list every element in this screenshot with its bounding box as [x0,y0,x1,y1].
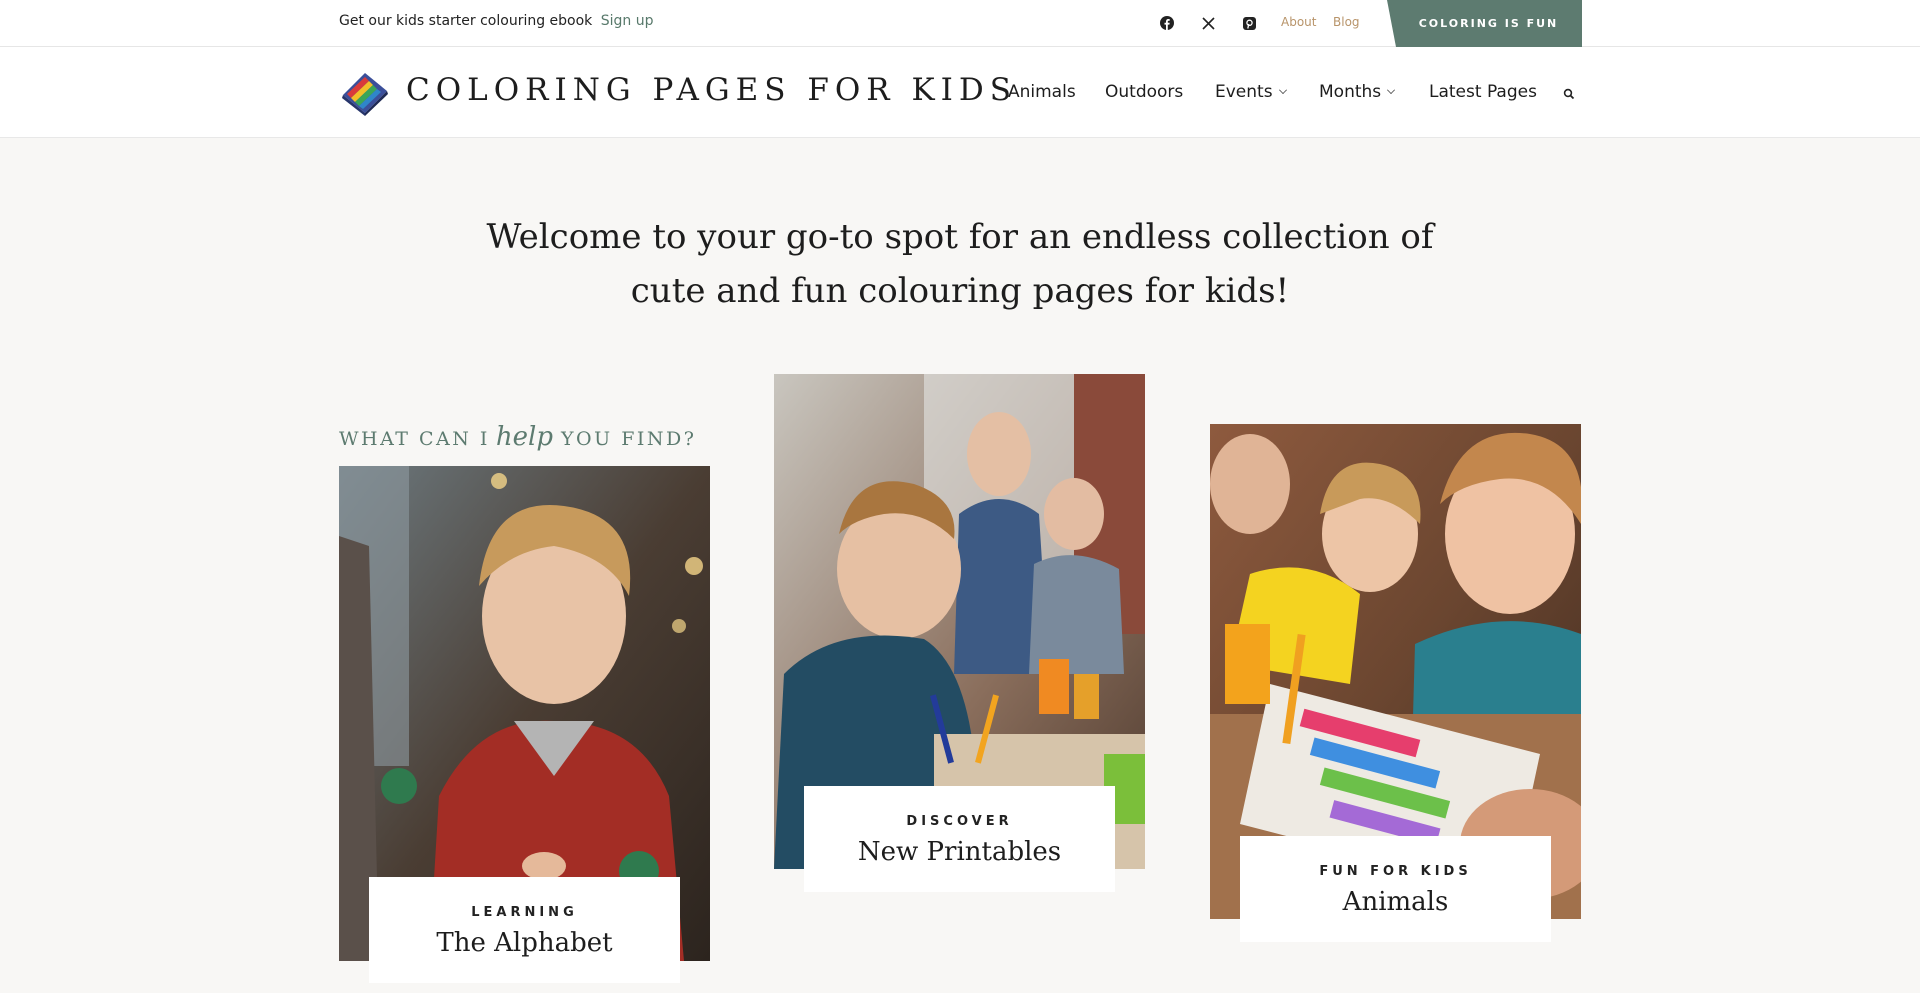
card-label-animals[interactable]: FUN FOR KIDS Animals [1240,836,1551,942]
card-category: LEARNING [471,905,578,920]
nav-events[interactable]: Events [1215,82,1287,102]
blog-link[interactable]: Blog [1333,15,1360,29]
card-label-alphabet[interactable]: LEARNING The Alphabet [369,877,680,983]
nav-animals-label: Animals [1008,82,1076,102]
top-bar: Get our kids starter colouring ebook Sig… [0,0,1920,47]
chevron-down-icon [1278,86,1287,94]
nav-months-label: Months [1319,82,1382,102]
nav-months[interactable]: Months [1319,82,1396,102]
card-category: FUN FOR KIDS [1319,864,1472,879]
hero-heading: Welcome to your go-to spot for an endles… [460,210,1460,318]
card-category: DISCOVER [906,814,1013,829]
help-find-heading: WHAT CAN I help YOU FIND? [339,422,696,452]
kicker-after: YOU FIND? [561,428,697,450]
about-link[interactable]: About [1281,15,1316,29]
search-icon[interactable] [1563,85,1577,100]
nav-animals[interactable]: Animals [1008,82,1076,102]
card-label-new-printables[interactable]: DISCOVER New Printables [804,786,1115,892]
card-title: The Alphabet [436,928,613,958]
card-title: Animals [1342,887,1449,917]
nav-latest-pages[interactable]: Latest Pages [1429,82,1537,102]
nav-events-label: Events [1215,82,1273,102]
facebook-icon[interactable] [1158,14,1176,32]
pinterest-icon[interactable] [1240,14,1258,32]
card-title: New Printables [857,837,1062,867]
kicker-script: help [495,422,554,452]
x-icon[interactable] [1199,14,1217,32]
nav-outdoors[interactable]: Outdoors [1105,82,1183,102]
coloring-is-fun-button[interactable]: COLORING IS FUN [1387,0,1582,47]
kicker-before: WHAT CAN I [339,428,490,450]
nav-latest-label: Latest Pages [1429,82,1537,102]
chevron-down-icon [1387,86,1396,94]
hero-line-2: cute and fun colouring pages for kids! [630,271,1290,311]
nav-outdoors-label: Outdoors [1105,82,1184,102]
logo-crayon-box-icon[interactable] [339,67,391,117]
signup-link[interactable]: Sign up [601,13,654,29]
promo-message: Get our kids starter colouring ebook [339,13,593,29]
promo-text: Get our kids starter colouring ebook Sig… [339,13,654,29]
site-logo-text[interactable]: COLORING PAGES FOR KIDS [406,72,1017,108]
cta-label: COLORING IS FUN [1418,17,1559,30]
site-header: COLORING PAGES FOR KIDS Animals Outdoors… [0,47,1920,138]
hero-line-1: Welcome to your go-to spot for an endles… [486,217,1434,257]
